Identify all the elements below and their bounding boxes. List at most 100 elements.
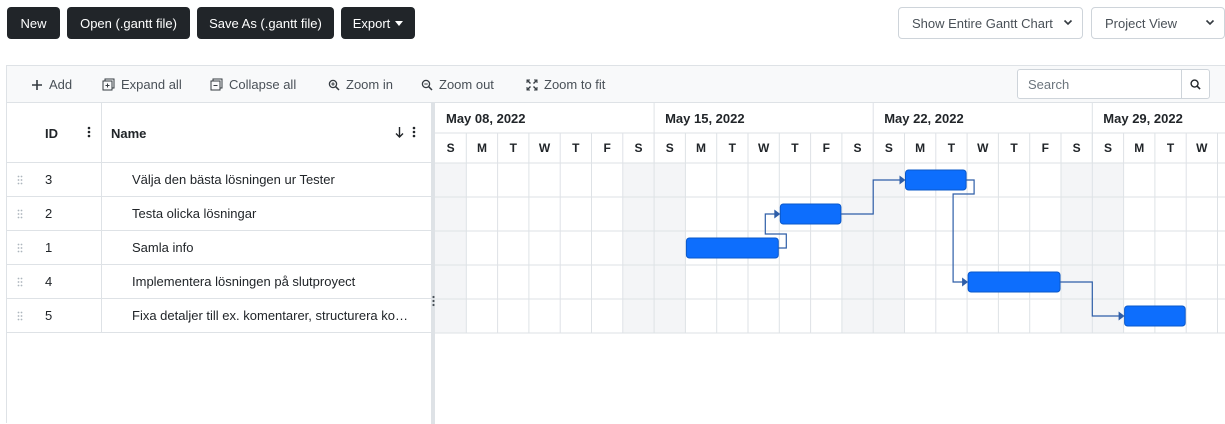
zoom-to-fit-icon bbox=[526, 79, 538, 90]
view-select[interactable]: Show Entire Gantt Chart bbox=[898, 7, 1083, 39]
day-label: T bbox=[1167, 141, 1175, 155]
zoom-out-icon bbox=[421, 79, 433, 91]
task-name: Samla info bbox=[101, 231, 432, 265]
day-label: F bbox=[1042, 141, 1049, 155]
gantt-toolbar: Add Expand all Collapse all Zoom in Zoom… bbox=[7, 66, 1225, 103]
drag-handle-icon[interactable] bbox=[17, 175, 23, 185]
day-label: S bbox=[634, 141, 642, 155]
table-row[interactable]: 5 Fixa detaljer till ex. komentarer, stru… bbox=[7, 299, 432, 333]
task-id: 2 bbox=[45, 206, 53, 221]
table-row[interactable]: 4 Implementera lösningen på slutproyect bbox=[7, 265, 432, 299]
weekend-column bbox=[1061, 163, 1093, 333]
day-label: T bbox=[1010, 141, 1018, 155]
project-view-select[interactable]: Project View bbox=[1091, 7, 1225, 39]
task-bar[interactable] bbox=[685, 237, 779, 259]
column-header-name[interactable]: Name bbox=[111, 103, 146, 163]
chevron-down-icon bbox=[1205, 19, 1215, 26]
caret-down-icon bbox=[395, 21, 404, 26]
table-row[interactable]: 3 Välja den bästa lösningen ur Tester bbox=[7, 163, 432, 197]
task-id: 3 bbox=[45, 172, 53, 187]
week-label: May 29, 2022 bbox=[1103, 111, 1183, 126]
day-label: T bbox=[948, 141, 956, 155]
task-name: Testa olicka lösningar bbox=[101, 197, 432, 231]
search-box bbox=[1017, 69, 1210, 99]
search-button[interactable] bbox=[1181, 70, 1209, 98]
drag-handle-icon[interactable] bbox=[17, 209, 23, 219]
week-label: May 15, 2022 bbox=[665, 111, 745, 126]
task-bar[interactable] bbox=[905, 169, 967, 191]
zoom-to-fit-label: Zoom to fit bbox=[544, 77, 606, 92]
weekend-column bbox=[654, 163, 686, 333]
expand-all-button[interactable]: Expand all bbox=[102, 66, 182, 103]
task-bar[interactable] bbox=[967, 271, 1061, 293]
zoom-out-label: Zoom out bbox=[439, 77, 494, 92]
task-name: Fixa detaljer till ex. komentarer, struc… bbox=[101, 299, 432, 333]
day-label: T bbox=[791, 141, 799, 155]
day-label: W bbox=[539, 141, 551, 155]
drag-handle-icon[interactable] bbox=[17, 243, 23, 253]
day-label: M bbox=[477, 141, 487, 155]
day-label: S bbox=[447, 141, 455, 155]
weekend-column bbox=[435, 163, 467, 333]
day-label: M bbox=[696, 141, 706, 155]
day-label: W bbox=[977, 141, 989, 155]
day-label: T bbox=[729, 141, 737, 155]
open-gantt-button[interactable]: Open (.gantt file) bbox=[67, 7, 190, 39]
search-input[interactable] bbox=[1018, 70, 1183, 98]
column-header-id[interactable]: ID bbox=[45, 103, 58, 163]
day-label: W bbox=[758, 141, 770, 155]
day-label: F bbox=[603, 141, 610, 155]
save-as-button[interactable]: Save As (.gantt file) bbox=[197, 7, 334, 39]
weekend-column bbox=[873, 163, 905, 333]
project-view-value: Project View bbox=[1105, 15, 1178, 31]
export-label: Export bbox=[352, 15, 391, 31]
chevron-down-icon bbox=[1063, 19, 1073, 26]
day-label: M bbox=[915, 141, 925, 155]
column-menu-icon[interactable] bbox=[412, 126, 416, 138]
zoom-out-button[interactable]: Zoom out bbox=[421, 66, 494, 103]
weekend-column bbox=[1092, 163, 1124, 333]
gantt-container: Add Expand all Collapse all Zoom in Zoom… bbox=[6, 65, 1225, 424]
drag-handle-icon[interactable] bbox=[17, 277, 23, 287]
task-id: 5 bbox=[45, 308, 53, 323]
day-label: S bbox=[1073, 141, 1081, 155]
column-menu-icon[interactable] bbox=[87, 126, 91, 138]
column-divider bbox=[101, 103, 102, 163]
zoom-to-fit-button[interactable]: Zoom to fit bbox=[526, 66, 605, 103]
week-label: May 22, 2022 bbox=[884, 111, 964, 126]
table-row[interactable]: 2 Testa olicka lösningar bbox=[7, 197, 432, 231]
add-button[interactable]: Add bbox=[31, 66, 72, 103]
plus-icon bbox=[32, 79, 42, 90]
task-id: 4 bbox=[45, 274, 53, 289]
collapse-all-icon bbox=[210, 78, 223, 91]
day-label: M bbox=[1134, 141, 1144, 155]
task-name: Välja den bästa lösningen ur Tester bbox=[101, 163, 432, 197]
sort-descending-icon[interactable] bbox=[395, 126, 404, 138]
zoom-in-button[interactable]: Zoom in bbox=[328, 66, 393, 103]
day-label: W bbox=[1196, 141, 1208, 155]
task-bar[interactable] bbox=[779, 203, 842, 225]
day-label: T bbox=[572, 141, 580, 155]
drag-handle-icon[interactable] bbox=[17, 311, 23, 321]
expand-all-label: Expand all bbox=[121, 77, 182, 92]
top-toolbar: New Open (.gantt file) Save As (.gantt f… bbox=[0, 0, 1225, 62]
zoom-in-label: Zoom in bbox=[346, 77, 393, 92]
expand-all-icon bbox=[102, 78, 115, 91]
day-label: S bbox=[885, 141, 893, 155]
task-grid: ID Name 3 Välja den bästa lösningen ur Te… bbox=[7, 103, 432, 424]
timeline-svg: May 08, 2022 May 15, 2022 May 22, 2022 May … bbox=[435, 103, 1225, 334]
export-dropdown[interactable]: Export bbox=[341, 7, 415, 39]
day-label: S bbox=[854, 141, 862, 155]
timeline-chart: May 08, 2022 May 15, 2022 May 22, 2022 May … bbox=[435, 103, 1225, 424]
collapse-all-label: Collapse all bbox=[229, 77, 297, 92]
zoom-in-icon bbox=[328, 79, 340, 91]
table-row[interactable]: 1 Samla info bbox=[7, 231, 432, 265]
day-label: S bbox=[666, 141, 674, 155]
day-label: T bbox=[510, 141, 518, 155]
view-select-value: Show Entire Gantt Chart bbox=[912, 15, 1053, 31]
day-label: F bbox=[823, 141, 830, 155]
collapse-all-button[interactable]: Collapse all bbox=[210, 66, 296, 103]
week-label: May 08, 2022 bbox=[446, 111, 526, 126]
task-bar[interactable] bbox=[1124, 305, 1186, 327]
new-button[interactable]: New bbox=[7, 7, 60, 39]
